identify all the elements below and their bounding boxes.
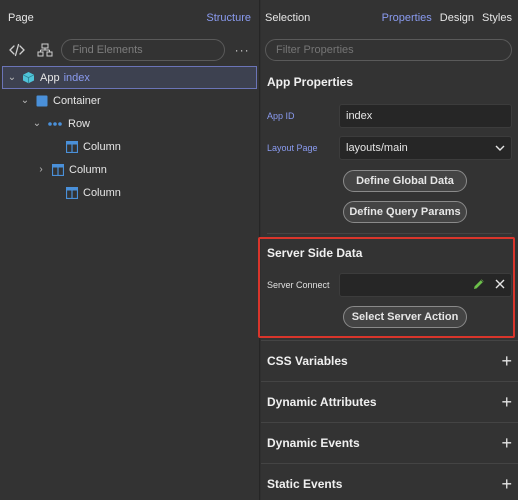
chevron-right-icon[interactable]: › (34, 164, 48, 175)
tree-item-label: Column (83, 140, 121, 153)
structure-link[interactable]: Structure (206, 12, 251, 24)
chevron-down-icon (495, 142, 505, 154)
plus-icon[interactable]: + (501, 475, 512, 493)
plus-icon[interactable]: + (501, 434, 512, 452)
query-params-row: Define Query Params (261, 192, 518, 223)
field-label: Server Connect (267, 280, 330, 290)
field-label: App ID (267, 111, 295, 121)
code-icon[interactable] (6, 39, 28, 61)
element-tree: ⌄ App index ⌄ Container ⌄ Row Column › C… (0, 66, 259, 204)
tab-styles[interactable]: Styles (482, 12, 512, 24)
chevron-down-icon[interactable]: ⌄ (30, 118, 44, 129)
cube-icon (22, 71, 35, 84)
tree-item-label: Column (83, 186, 121, 199)
pencil-icon[interactable] (473, 278, 485, 293)
layout-page-select[interactable]: layouts/main (339, 136, 512, 160)
structure-panel: Page Structure ··· ⌄ App index ⌄ Contain… (0, 0, 260, 500)
structure-header: Page Structure (0, 0, 259, 36)
chevron-down-icon[interactable]: ⌄ (18, 95, 32, 106)
column-icon (65, 140, 78, 153)
plus-icon[interactable]: + (501, 352, 512, 370)
tree-item-label: Column (69, 163, 107, 176)
container-icon (35, 94, 48, 107)
app-id-field[interactable]: index (339, 104, 512, 128)
field-value: index (346, 110, 373, 122)
tree-item-label: App (40, 71, 60, 84)
section-title: Server Side Data (267, 246, 363, 260)
css-variables-section[interactable]: CSS Variables + (261, 340, 518, 381)
define-global-data-button[interactable]: Define Global Data (343, 170, 467, 192)
find-elements-input[interactable] (61, 39, 226, 61)
tree-item-app[interactable]: ⌄ App index (2, 66, 257, 89)
filter-properties-input[interactable] (265, 39, 512, 61)
tree-item-label: Row (68, 117, 91, 130)
more-options-icon[interactable]: ··· (231, 43, 253, 57)
tree-item-container[interactable]: ⌄ Container (0, 89, 259, 112)
properties-panel: Selection Properties Design Styles App P… (261, 0, 518, 500)
define-query-params-button[interactable]: Define Query Params (343, 201, 467, 223)
structure-toolbar: ··· (0, 36, 259, 64)
server-connect-row: Server Connect (261, 272, 518, 298)
panel-title: Page (8, 12, 34, 24)
section-title: App Properties (267, 75, 354, 89)
layout-page-row: Layout Page layouts/main (261, 132, 518, 164)
panel-tabs: Properties Design Styles (382, 12, 512, 24)
field-label: Layout Page (267, 143, 318, 153)
column-icon (51, 163, 64, 176)
tab-properties[interactable]: Properties (382, 12, 432, 24)
dynamic-attributes-section[interactable]: Dynamic Attributes + (261, 381, 518, 422)
tree-item-column[interactable]: Column (0, 135, 259, 158)
layout-tree-icon[interactable] (34, 39, 56, 61)
app-id-row: App ID index (261, 100, 518, 132)
select-server-action-button[interactable]: Select Server Action (343, 306, 467, 328)
section-label: CSS Variables (267, 354, 348, 368)
tree-item-row[interactable]: ⌄ Row (0, 112, 259, 135)
close-icon[interactable] (495, 279, 505, 292)
tree-item-column[interactable]: Column (0, 181, 259, 204)
column-icon (65, 186, 78, 199)
app-properties-header: App Properties (261, 64, 518, 100)
tree-item-column[interactable]: › Column (0, 158, 259, 181)
plus-icon[interactable]: + (501, 393, 512, 411)
tab-design[interactable]: Design (440, 12, 474, 24)
panel-title: Selection (265, 12, 311, 24)
properties-header: Selection Properties Design Styles (261, 0, 518, 36)
tree-item-label: Container (53, 94, 101, 107)
chevron-down-icon[interactable]: ⌄ (5, 72, 19, 83)
select-action-row: Select Server Action (261, 298, 518, 328)
row-dots-icon (47, 117, 63, 130)
section-label: Dynamic Events (267, 436, 360, 450)
dynamic-events-section[interactable]: Dynamic Events + (261, 422, 518, 463)
server-connect-field[interactable] (339, 273, 512, 297)
global-data-row: Define Global Data (261, 164, 518, 192)
section-label: Dynamic Attributes (267, 395, 377, 409)
server-side-header: Server Side Data (261, 234, 518, 272)
filter-row (261, 36, 518, 64)
static-events-section[interactable]: Static Events + (261, 463, 518, 500)
section-label: Static Events (267, 477, 343, 491)
select-value: layouts/main (346, 142, 408, 154)
tree-item-sublabel: index (63, 71, 90, 84)
